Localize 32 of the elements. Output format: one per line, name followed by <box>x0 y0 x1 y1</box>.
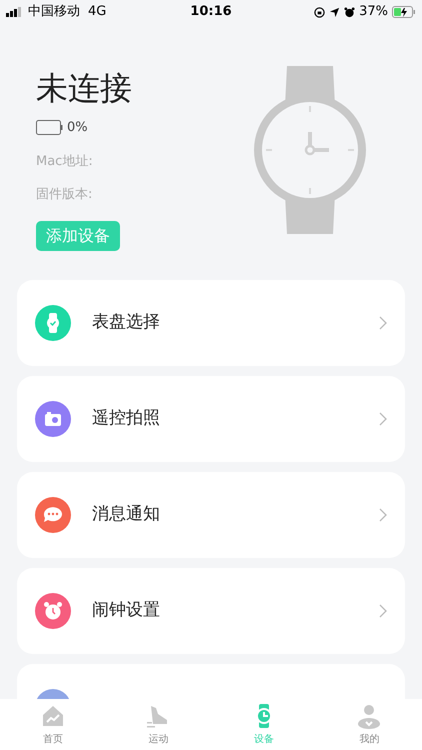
device-battery: 0% <box>67 119 88 137</box>
menu-label: 遥控拍照 <box>92 407 161 430</box>
menu-label: 消息通知 <box>92 503 161 526</box>
menu-item[interactable]: 消息通知 <box>17 472 405 558</box>
tab[interactable]: 我的 <box>316 699 422 750</box>
chevron-right-icon <box>379 316 387 330</box>
status-time: 10:16 <box>190 3 232 22</box>
battery-percent: 37% <box>359 3 388 22</box>
tab[interactable]: 首页 <box>0 699 106 750</box>
chevron-right-icon <box>379 508 387 522</box>
network-type: 4G <box>88 3 106 22</box>
menu-item[interactable]: 遥控拍照 <box>17 376 405 462</box>
connection-status: 未连接 <box>36 68 132 109</box>
chevron-right-icon <box>379 412 387 426</box>
menu-item[interactable]: 表盘选择 <box>17 280 405 366</box>
tab[interactable]: 运动 <box>106 699 211 750</box>
menu-label: 闹钟设置 <box>92 599 161 622</box>
alarm-icon <box>344 6 356 18</box>
menu-label: 表盘选择 <box>92 311 161 334</box>
mac-address-label: Mac地址: <box>36 152 94 170</box>
battery-charging-icon <box>392 6 416 18</box>
menu-item[interactable]: 闹钟设置 <box>17 568 405 654</box>
menu-item[interactable] <box>17 664 405 699</box>
tab[interactable]: 设备 <box>211 699 316 750</box>
add-device-button[interactable]: 添加设备 <box>36 220 120 250</box>
chevron-right-icon <box>379 604 387 618</box>
orientation-lock-icon <box>314 6 326 18</box>
location-arrow-icon <box>329 6 340 18</box>
carrier-name: 中国移动 <box>28 3 80 22</box>
firmware-version-label: 固件版本: <box>36 186 94 204</box>
signal-icon <box>6 7 24 17</box>
battery-icon <box>36 120 63 136</box>
